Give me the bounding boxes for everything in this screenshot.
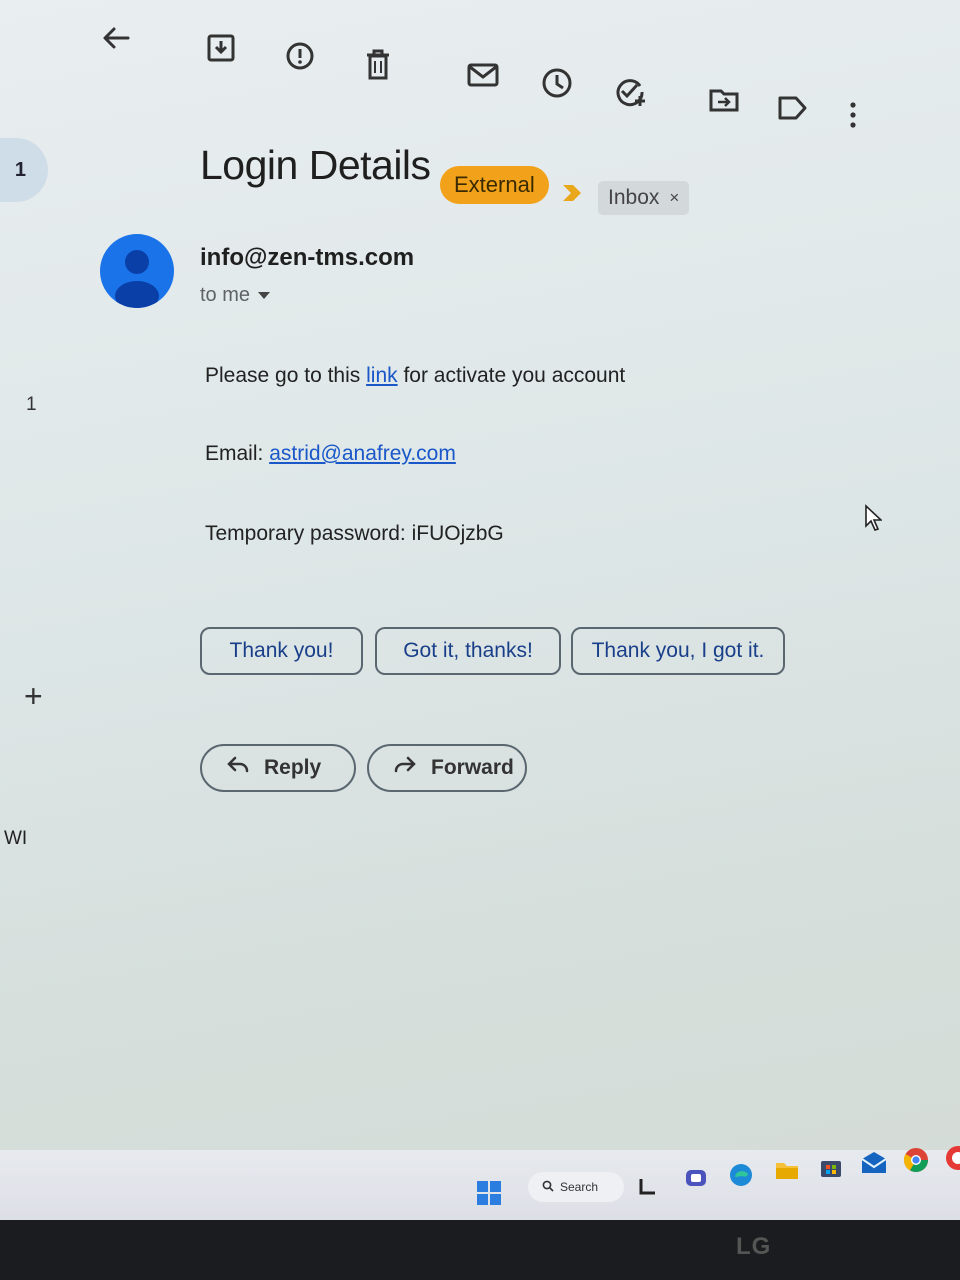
important-marker-icon[interactable] <box>561 182 583 204</box>
mouse-pointer-icon <box>864 504 884 537</box>
sender-avatar[interactable] <box>100 234 174 308</box>
body-activation-line: Please go to this link for activate you … <box>205 364 625 388</box>
mail-app-icon[interactable] <box>860 1150 888 1181</box>
rail-badge-count: 1 <box>14 158 26 181</box>
sender-address[interactable]: info@zen-tms.com <box>200 244 414 272</box>
reply-label: Reply <box>264 756 322 779</box>
body-email-line: Email: astrid@anafrey.com <box>205 442 456 466</box>
smart-reply-3[interactable]: Thank you, I got it. <box>571 627 785 675</box>
report-spam-icon[interactable] <box>284 40 316 72</box>
move-to-icon[interactable] <box>708 86 740 114</box>
store-icon[interactable] <box>818 1154 844 1185</box>
edge-browser-icon[interactable] <box>728 1162 754 1193</box>
inbox-label-text: Inbox <box>608 186 660 209</box>
body-password-line: Temporary password: iFUOjzbG <box>205 522 504 546</box>
taskbar-search[interactable]: Search <box>528 1172 624 1202</box>
smart-reply-2[interactable]: Got it, thanks! <box>375 627 561 675</box>
email-label: Email: <box>205 442 270 465</box>
label-icon[interactable] <box>776 92 808 124</box>
task-view-icon[interactable] <box>638 1176 658 1201</box>
windows-start-icon[interactable] <box>476 1180 502 1211</box>
external-label-chip: External <box>440 166 549 204</box>
search-placeholder: Search <box>560 1180 599 1194</box>
mark-unread-icon[interactable] <box>466 60 500 90</box>
body-text-before-link: Please go to this <box>205 364 367 387</box>
forward-button[interactable]: Forward <box>367 744 527 792</box>
remove-label-button[interactable]: × <box>669 188 679 208</box>
password-value: iFUOjzbG <box>411 522 504 545</box>
recipient-text: to me <box>200 284 251 306</box>
partial-app-icon[interactable] <box>944 1144 960 1177</box>
add-task-icon[interactable] <box>612 74 648 110</box>
email-address-link[interactable]: astrid@anafrey.com <box>269 442 456 465</box>
reply-button[interactable]: Reply <box>200 744 356 792</box>
search-icon <box>542 1180 554 1195</box>
delete-icon[interactable] <box>362 48 394 82</box>
back-arrow-icon[interactable] <box>100 22 132 54</box>
email-subject: Login Details <box>200 142 431 188</box>
chrome-icon[interactable] <box>902 1146 930 1179</box>
snooze-icon[interactable] <box>540 66 574 100</box>
body-text-after-link: for activate you account <box>397 364 626 387</box>
forward-label: Forward <box>431 756 514 779</box>
recipient-details-toggle[interactable]: to me <box>200 284 271 307</box>
more-options-icon[interactable] <box>846 100 860 130</box>
reply-icon <box>226 755 250 781</box>
monitor-brand-logo: LG <box>736 1233 772 1260</box>
activation-link[interactable]: link <box>366 364 398 387</box>
archive-icon[interactable] <box>205 32 237 64</box>
password-label: Temporary password: <box>205 522 412 545</box>
inbox-label-chip: Inbox × <box>598 181 690 215</box>
rail-count: 1 <box>26 394 37 415</box>
add-label-button[interactable]: + <box>24 680 43 712</box>
file-explorer-icon[interactable] <box>774 1158 800 1187</box>
rail-partial-label: WI <box>4 828 28 849</box>
gmail-window: 1 1 + WI Login Details External Inbox × … <box>0 0 960 1150</box>
monitor-bezel <box>0 1220 960 1280</box>
rail-unread-badge[interactable]: 1 <box>0 138 48 202</box>
teams-icon[interactable] <box>684 1168 708 1195</box>
forward-icon <box>393 755 417 781</box>
caret-down-icon <box>258 292 271 299</box>
smart-reply-1[interactable]: Thank you! <box>200 627 363 675</box>
